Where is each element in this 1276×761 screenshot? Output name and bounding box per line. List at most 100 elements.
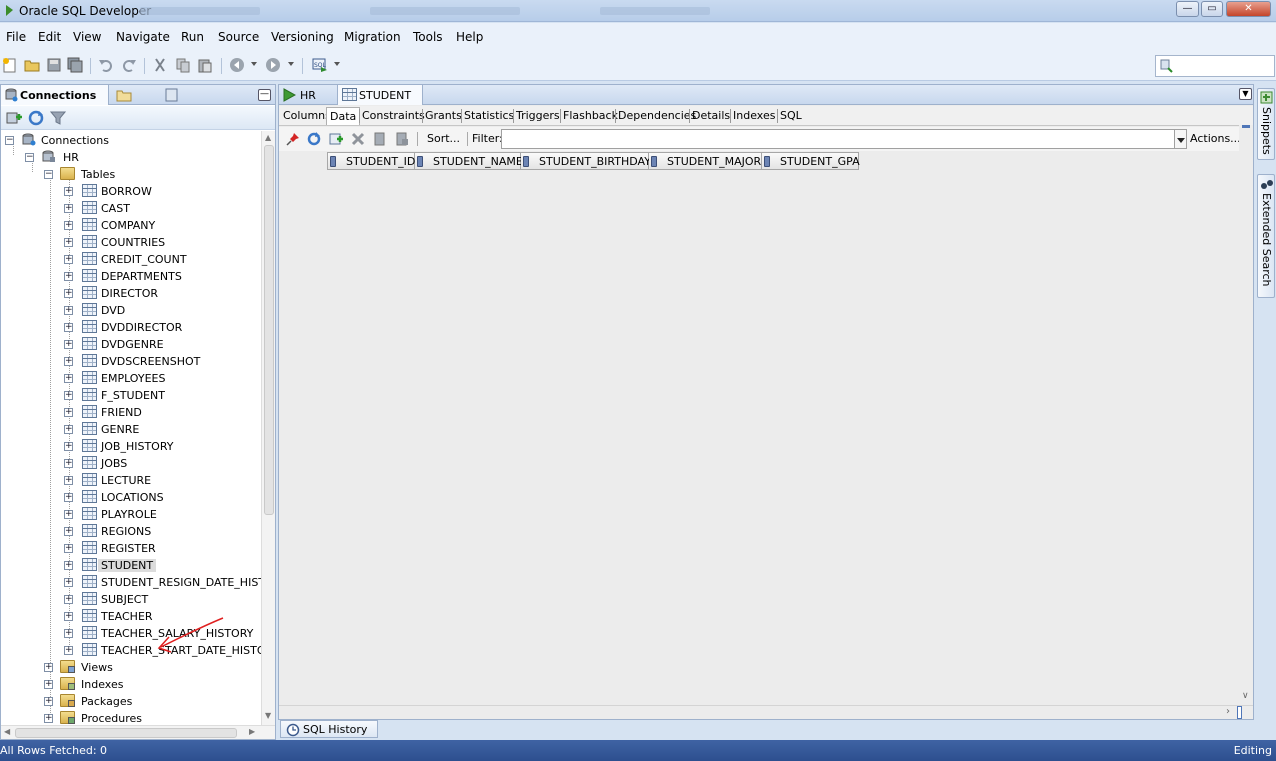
- actions-button[interactable]: Actions...: [1190, 132, 1241, 145]
- tree-table-company[interactable]: + COMPANY: [64, 217, 261, 234]
- collapse-icon[interactable]: −: [44, 170, 53, 179]
- tree-table-dvdscreenshot[interactable]: + DVDSCREENSHOT: [64, 353, 261, 370]
- tree-vertical-scrollbar[interactable]: ▲ ▼: [261, 131, 275, 725]
- subtab-details[interactable]: Details: [692, 109, 730, 122]
- menu-run[interactable]: Run: [181, 30, 204, 44]
- expand-icon[interactable]: +: [64, 493, 73, 502]
- tree-table-job-history[interactable]: + JOB_HISTORY: [64, 438, 261, 455]
- maximize-button[interactable]: ▭: [1201, 1, 1223, 17]
- tree-table-subject[interactable]: + SUBJECT: [64, 591, 261, 608]
- insert-row-icon[interactable]: [329, 132, 343, 146]
- filter-input[interactable]: [501, 129, 1175, 149]
- paste-icon[interactable]: [197, 57, 213, 73]
- subtab-constraints[interactable]: Constraints: [362, 109, 425, 122]
- tab-hr[interactable]: HR: [279, 85, 335, 105]
- tree-table-register[interactable]: + REGISTER: [64, 540, 261, 557]
- expand-icon[interactable]: +: [64, 374, 73, 383]
- new-icon[interactable]: [2, 57, 18, 73]
- tab-snippets[interactable]: Snippets: [1257, 88, 1275, 160]
- forward-dropdown-icon[interactable]: [288, 62, 294, 66]
- editor-tab-list-icon[interactable]: ▼: [1239, 88, 1252, 100]
- tree-table-countries[interactable]: + COUNTRIES: [64, 234, 261, 251]
- expand-icon[interactable]: +: [64, 272, 73, 281]
- expand-icon[interactable]: +: [64, 323, 73, 332]
- tree-folder-tables[interactable]: − Tables: [44, 166, 254, 183]
- expand-icon[interactable]: +: [64, 187, 73, 196]
- cut-icon[interactable]: [152, 57, 168, 73]
- editor-vertical-scrollbar[interactable]: ∨: [1239, 125, 1253, 705]
- tree-connection-hr[interactable]: − HR: [25, 149, 255, 166]
- menu-file[interactable]: File: [6, 30, 26, 44]
- tree-horizontal-scrollbar[interactable]: ◀ ▶: [1, 725, 275, 739]
- sql-worksheet-icon[interactable]: SQL: [312, 57, 328, 73]
- back-icon[interactable]: [229, 57, 245, 73]
- tree-table-jobs[interactable]: + JOBS: [64, 455, 261, 472]
- expand-icon[interactable]: +: [64, 391, 73, 400]
- subtab-grants[interactable]: Grants: [425, 109, 462, 122]
- expand-icon[interactable]: +: [64, 425, 73, 434]
- expand-icon[interactable]: +: [64, 459, 73, 468]
- expand-icon[interactable]: +: [64, 238, 73, 247]
- expand-icon[interactable]: +: [64, 544, 73, 553]
- tree-table-director[interactable]: + DIRECTOR: [64, 285, 261, 302]
- expand-icon[interactable]: +: [64, 578, 73, 587]
- tree-table-borrow[interactable]: + BORROW: [64, 183, 261, 200]
- refresh-icon[interactable]: [28, 110, 44, 126]
- column-header-student-id[interactable]: STUDENT_ID: [327, 152, 415, 170]
- tree-table-departments[interactable]: + DEPARTMENTS: [64, 268, 261, 285]
- column-header-student-major[interactable]: STUDENT_MAJOR: [649, 152, 762, 170]
- filter-icon[interactable]: [50, 110, 66, 126]
- tree-table-teacher-salary-history[interactable]: + TEACHER_SALARY_HISTORY: [64, 625, 261, 642]
- tree-table-employees[interactable]: + EMPLOYEES: [64, 370, 261, 387]
- tab-student[interactable]: STUDENT: [337, 85, 423, 105]
- refresh-icon[interactable]: [307, 132, 321, 146]
- menu-versioning[interactable]: Versioning: [271, 30, 334, 44]
- expand-icon[interactable]: +: [64, 340, 73, 349]
- collapse-icon[interactable]: −: [5, 136, 14, 145]
- column-header-student-gpa[interactable]: STUDENT_GPA: [762, 152, 860, 170]
- expand-icon[interactable]: +: [44, 680, 53, 689]
- tree-root-connections[interactable]: − Connections: [5, 132, 255, 149]
- filter-history-dropdown-icon[interactable]: [1175, 129, 1187, 149]
- new-connection-icon[interactable]: [6, 110, 22, 126]
- expand-icon[interactable]: +: [44, 663, 53, 672]
- minimize-panel-button[interactable]: —: [258, 89, 271, 101]
- scrollbar-thumb[interactable]: [15, 728, 237, 738]
- scroll-right-icon[interactable]: ▶: [249, 727, 255, 736]
- expand-icon[interactable]: +: [64, 561, 73, 570]
- expand-icon[interactable]: +: [44, 697, 53, 706]
- toolbar-search-box[interactable]: [1155, 55, 1275, 77]
- tree-table-dvd[interactable]: + DVD: [64, 302, 261, 319]
- tab-connections[interactable]: Connections: [1, 85, 109, 105]
- subtab-columns[interactable]: Columns: [283, 109, 331, 122]
- close-button[interactable]: ✕: [1226, 1, 1271, 17]
- subtab-flashback[interactable]: Flashback: [563, 109, 618, 122]
- delete-row-icon[interactable]: [351, 132, 365, 146]
- tree-table-teacher-start-date-histor[interactable]: + TEACHER_START_DATE_HISTOR: [64, 642, 261, 659]
- menu-tools[interactable]: Tools: [413, 30, 443, 44]
- tab-sql-history[interactable]: SQL History: [280, 720, 378, 738]
- scroll-right-icon[interactable]: ›: [1226, 706, 1230, 717]
- tree-table-locations[interactable]: + LOCATIONS: [64, 489, 261, 506]
- tree-table-credit-count[interactable]: + CREDIT_COUNT: [64, 251, 261, 268]
- tree-table-student-resign-date-histor[interactable]: + STUDENT_RESIGN_DATE_HISTOR: [64, 574, 261, 591]
- column-header-student-name[interactable]: STUDENT_NAME: [415, 152, 523, 170]
- expand-icon[interactable]: +: [64, 476, 73, 485]
- subtab-statistics[interactable]: Statistics: [464, 109, 514, 122]
- rollback-icon[interactable]: [395, 132, 409, 146]
- menu-edit[interactable]: Edit: [38, 30, 61, 44]
- tree-table-cast[interactable]: + CAST: [64, 200, 261, 217]
- save-all-icon[interactable]: [67, 57, 83, 73]
- tree-table-genre[interactable]: + GENRE: [64, 421, 261, 438]
- tree-table-dvddirector[interactable]: + DVDDIRECTOR: [64, 319, 261, 336]
- scrollbar-thumb[interactable]: [264, 145, 274, 515]
- subtab-indexes[interactable]: Indexes: [733, 109, 775, 122]
- sql-worksheet-dropdown-icon[interactable]: [334, 62, 340, 66]
- tree-table-regions[interactable]: + REGIONS: [64, 523, 261, 540]
- menu-view[interactable]: View: [73, 30, 101, 44]
- freeze-view-pin-icon[interactable]: [286, 132, 300, 146]
- collapse-icon[interactable]: −: [25, 153, 34, 162]
- tree-table-playrole[interactable]: + PLAYROLE: [64, 506, 261, 523]
- back-dropdown-icon[interactable]: [251, 62, 257, 66]
- tab-extended-search[interactable]: Extended Search: [1257, 174, 1275, 298]
